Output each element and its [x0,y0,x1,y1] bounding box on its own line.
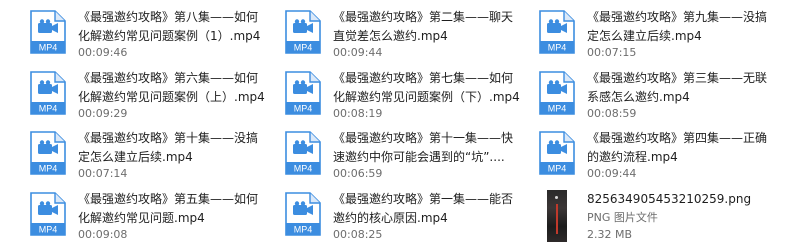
mp4-file-icon: MP4 [281,129,327,177]
file-name: 《最强邀约攻略》第三集——无联系感怎么邀约.mp4 [587,71,768,104]
file-duration: 00:07:15 [587,46,637,59]
file-name: 《最强邀约攻略》第九集——没搞定怎么建立后续.mp4 [587,10,768,43]
file-name: 《最强邀约攻略》第七集——如何化解邀约常见问题案例（下）.mp4 [333,71,520,104]
mp4-file-icon: MP4 [26,8,72,56]
mp4-file-icon: MP4 [535,69,581,117]
mp4-file-icon: MP4 [26,129,72,177]
file-duration: 00:08:59 [587,107,637,120]
file-item[interactable]: MP4 《最强邀约攻略》第二集——聊天直觉差怎么邀约.mp4 00:09:44 [281,8,529,64]
file-item[interactable]: MP4 《最强邀约攻略》第七集——如何化解邀约常见问题案例（下）.mp4 00:… [281,69,529,125]
file-name: 825634905453210259.png [587,192,752,206]
file-item[interactable]: MP4 《最强邀约攻略》第九集——没搞定怎么建立后续.mp4 00:07:15 [535,8,783,64]
svg-text:MP4: MP4 [294,104,313,114]
svg-text:MP4: MP4 [39,104,58,114]
file-type: PNG 图片文件 [587,211,658,224]
mp4-file-icon: MP4 [281,69,327,117]
image-preview-icon [547,190,567,242]
file-size: 2.32 MB [587,228,633,241]
svg-text:MP4: MP4 [294,164,313,174]
file-item[interactable]: MP4 《最强邀约攻略》第五集——如何化解邀约常见问题.mp4 00:09:08 [26,190,274,246]
file-duration: 00:06:59 [333,167,383,180]
file-item[interactable]: MP4 《最强邀约攻略》第三集——无联系感怎么邀约.mp4 00:08:59 [535,69,783,125]
file-grid: MP4 《最强邀约攻略》第八集——如何化解邀约常见问题案例（1）.mp4 00:… [0,0,788,252]
file-duration: 00:09:44 [587,167,637,180]
mp4-file-icon: MP4 [535,129,581,177]
mp4-file-icon: MP4 [281,8,327,56]
file-item[interactable]: MP4 《最强邀约攻略》第一集——能否邀约的核心原因.mp4 00:08:25 [281,190,529,246]
svg-text:MP4: MP4 [548,164,567,174]
svg-text:MP4: MP4 [548,104,567,114]
file-name: 《最强邀约攻略》第一集——能否邀约的核心原因.mp4 [333,192,514,225]
file-duration: 00:09:08 [78,228,128,241]
file-name: 《最强邀约攻略》第二集——聊天直觉差怎么邀约.mp4 [333,10,514,43]
file-item[interactable]: MP4 《最强邀约攻略》第十一集——快速邀约中你可能会遇到的“坑”.... 00… [281,129,529,185]
svg-text:MP4: MP4 [39,43,58,53]
file-duration: 00:09:44 [333,46,383,59]
file-duration: 00:09:29 [78,107,128,120]
file-name: 《最强邀约攻略》第四集——正确的邀约流程.mp4 [587,131,768,164]
file-item[interactable]: MP4 《最强邀约攻略》第八集——如何化解邀约常见问题案例（1）.mp4 00:… [26,8,274,64]
image-thumbnail [535,190,581,242]
file-name: 《最强邀约攻略》第六集——如何化解邀约常见问题案例（上）.mp4 [78,71,265,104]
svg-text:MP4: MP4 [548,43,567,53]
file-name: 《最强邀约攻略》第八集——如何化解邀约常见问题案例（1）.mp4 [78,10,261,43]
file-duration: 00:08:25 [333,228,383,241]
file-duration: 00:09:46 [78,46,128,59]
svg-text:MP4: MP4 [39,164,58,174]
file-duration: 00:07:14 [78,167,128,180]
file-item[interactable]: MP4 《最强邀约攻略》第十集——没搞定怎么建立后续.mp4 00:07:14 [26,129,274,185]
svg-text:MP4: MP4 [294,43,313,53]
image-file-item[interactable]: 825634905453210259.png PNG 图片文件 2.32 MB [535,190,783,246]
mp4-file-icon: MP4 [26,69,72,117]
svg-text:MP4: MP4 [39,225,58,235]
file-name: 《最强邀约攻略》第五集——如何化解邀约常见问题.mp4 [78,192,259,225]
mp4-file-icon: MP4 [535,8,581,56]
mp4-file-icon: MP4 [26,190,72,238]
svg-text:MP4: MP4 [294,225,313,235]
file-item[interactable]: MP4 《最强邀约攻略》第四集——正确的邀约流程.mp4 00:09:44 [535,129,783,185]
file-item[interactable]: MP4 《最强邀约攻略》第六集——如何化解邀约常见问题案例（上）.mp4 00:… [26,69,274,125]
mp4-file-icon: MP4 [281,190,327,238]
file-name: 《最强邀约攻略》第十集——没搞定怎么建立后续.mp4 [78,131,259,164]
file-name: 《最强邀约攻略》第十一集——快速邀约中你可能会遇到的“坑”.... [333,131,514,164]
file-duration: 00:08:19 [333,107,383,120]
